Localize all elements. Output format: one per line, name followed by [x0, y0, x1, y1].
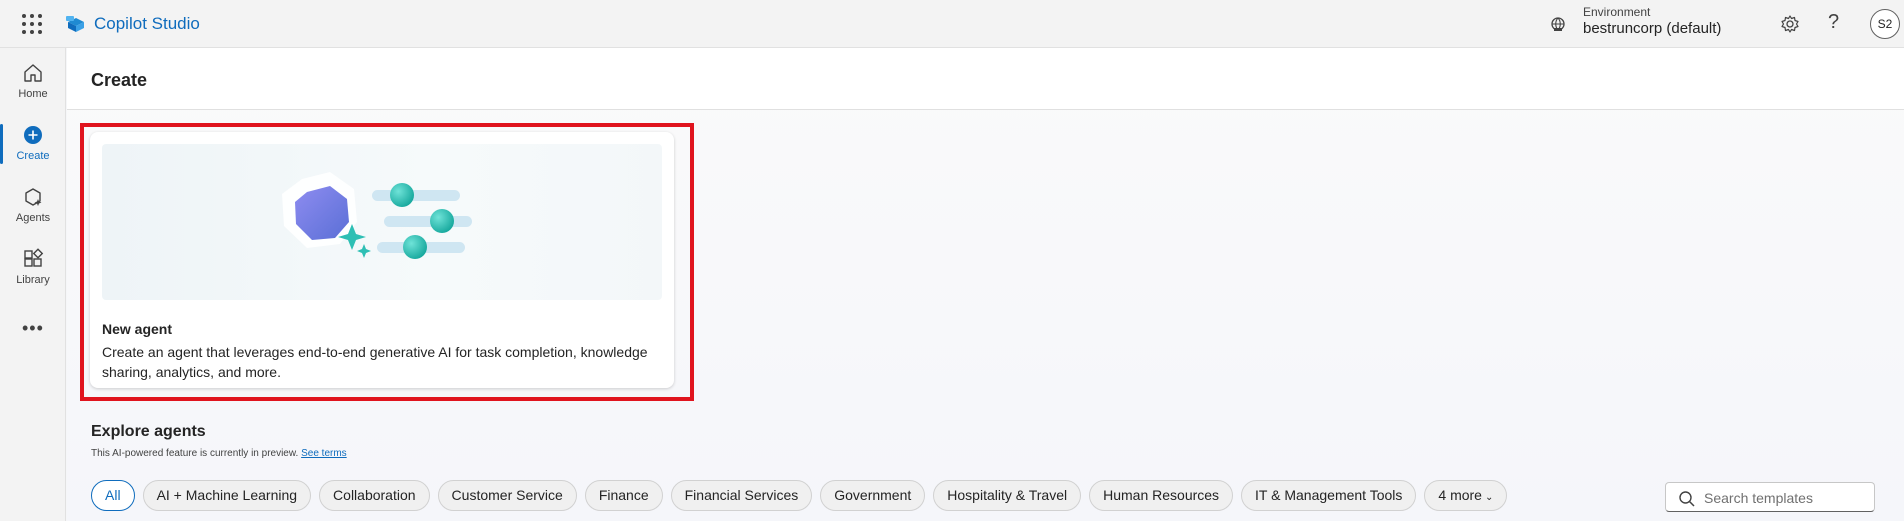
settings-gear-icon[interactable] — [1780, 14, 1800, 34]
top-bar: Copilot Studio Environment bestruncorp (… — [0, 0, 1904, 48]
see-terms-link[interactable]: See terms — [301, 448, 347, 459]
nav-item-agents[interactable]: Agents — [0, 178, 66, 234]
chip-finance[interactable]: Finance — [584, 480, 663, 511]
environment-label: Environment — [1583, 5, 1651, 19]
category-filter-chips: All AI + Machine Learning Collaboration … — [91, 480, 1508, 511]
chip-financial-services[interactable]: Financial Services — [670, 480, 813, 511]
chip-human-resources[interactable]: Human Resources — [1089, 480, 1234, 511]
preview-note-text: This AI-powered feature is currently in … — [91, 448, 299, 459]
left-nav-rail: Home Create Agents Library ••• — [0, 48, 66, 521]
page-header: Create — [67, 48, 1904, 110]
nav-label-agents: Agents — [15, 212, 51, 224]
help-icon[interactable]: ? — [1828, 11, 1839, 34]
preview-note: This AI-powered feature is currently in … — [91, 448, 347, 459]
home-icon — [24, 64, 42, 82]
chip-customer-service[interactable]: Customer Service — [437, 480, 577, 511]
explore-agents-heading: Explore agents — [91, 423, 206, 440]
nav-label-create: Create — [16, 150, 50, 162]
chip-collaboration[interactable]: Collaboration — [319, 480, 430, 511]
user-avatar[interactable]: S2 — [1870, 9, 1900, 39]
main-content: Create New agent Create an agent that le… — [67, 48, 1904, 521]
more-options-icon[interactable]: ••• — [22, 318, 44, 339]
new-agent-illustration — [102, 144, 662, 300]
new-agent-title: New agent — [102, 321, 173, 337]
nav-item-library[interactable]: Library — [0, 240, 66, 296]
app-title[interactable]: Copilot Studio — [94, 14, 200, 34]
chip-it-management-tools[interactable]: IT & Management Tools — [1241, 480, 1417, 511]
copilot-studio-logo — [66, 16, 84, 32]
page-title: Create — [91, 70, 148, 90]
chip-hospitality-travel[interactable]: Hospitality & Travel — [933, 480, 1082, 511]
nav-item-create[interactable]: Create — [0, 116, 66, 172]
environment-icon[interactable] — [1549, 15, 1567, 33]
search-templates-box — [1665, 482, 1875, 512]
agents-icon — [25, 188, 42, 206]
chevron-down-icon: ⌄ — [1484, 492, 1494, 503]
nav-label-home: Home — [18, 88, 48, 100]
nav-item-home[interactable]: Home — [0, 54, 66, 110]
nav-label-library: Library — [16, 274, 50, 286]
new-agent-description: Create an agent that leverages end-to-en… — [102, 344, 648, 380]
new-agent-card[interactable]: New agent Create an agent that leverages… — [90, 132, 674, 388]
chip-government[interactable]: Government — [820, 480, 926, 511]
search-icon — [1679, 491, 1695, 507]
search-templates-input[interactable] — [1704, 487, 1869, 509]
library-icon — [24, 248, 44, 267]
chip-more[interactable]: 4 more ⌄ — [1424, 480, 1508, 511]
plus-circle-icon — [24, 126, 42, 144]
chip-more-label: 4 more — [1438, 487, 1482, 503]
chip-all[interactable]: All — [91, 480, 135, 511]
app-launcher-icon[interactable] — [22, 14, 42, 34]
environment-selector[interactable]: bestruncorp (default) — [1583, 20, 1721, 37]
chip-ai-machine-learning[interactable]: AI + Machine Learning — [142, 480, 312, 511]
